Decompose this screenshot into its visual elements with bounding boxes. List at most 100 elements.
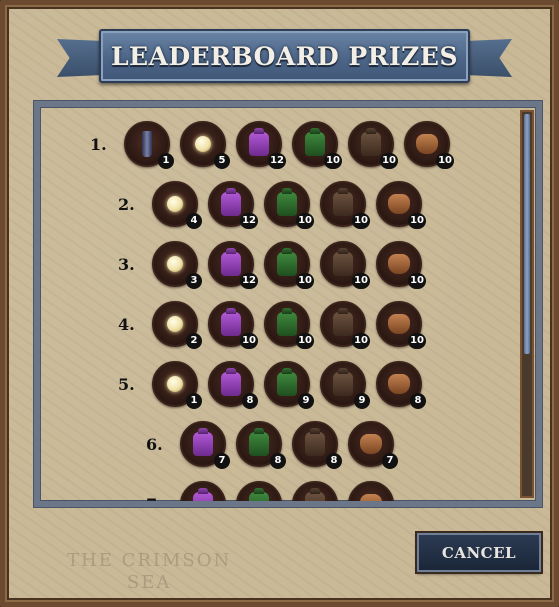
prize-slot[interactable]: 10: [376, 181, 426, 229]
green-bag-icon: [249, 432, 269, 456]
pearl-icon: [167, 196, 183, 212]
cancel-button[interactable]: CANCEL: [417, 533, 541, 572]
dialog-title: LEADERBOARD PRIZES: [110, 41, 459, 71]
banner-plate: LEADERBOARD PRIZES: [99, 29, 470, 83]
scrollbar[interactable]: [520, 110, 534, 498]
prize-slot[interactable]: 9: [320, 361, 370, 409]
purple-bag-icon: [221, 312, 241, 336]
prize-slot[interactable]: 12: [208, 241, 258, 289]
map-text-line-1: THE CRIMSON: [67, 550, 232, 571]
prize-slot[interactable]: 10: [376, 301, 426, 349]
purple-bag-icon: [193, 492, 213, 501]
prize-slot[interactable]: 5: [180, 121, 230, 169]
prize-slot[interactable]: [236, 481, 282, 501]
prize-slot[interactable]: 7: [180, 421, 230, 469]
quantity-badge: 4: [186, 213, 202, 229]
prize-slot[interactable]: 8: [236, 421, 286, 469]
quantity-badge: 10: [380, 153, 398, 169]
quantity-badge: 8: [270, 453, 286, 469]
prize-dialog: THE CRIMSON SEA LEADERBOARD PRIZES 1. 1 5 1…: [0, 0, 559, 607]
potion-vial-icon: [142, 131, 152, 157]
quantity-badge: 10: [296, 213, 314, 229]
prize-row: 2. 4 12 10 10 10: [118, 181, 432, 229]
green-bag-icon: [249, 492, 269, 501]
prize-row: 3. 3 12 10 10 10: [118, 241, 432, 289]
coin-pouch-icon: [360, 494, 382, 501]
prize-slot[interactable]: 10: [264, 241, 314, 289]
prize-row: 1. 1 5 12 10 10 10: [90, 121, 460, 169]
rank-label: 3.: [118, 254, 135, 274]
green-bag-icon: [277, 312, 297, 336]
brown-bag-icon: [305, 492, 325, 501]
coin-pouch-icon: [388, 314, 410, 334]
quantity-badge: 1: [186, 393, 202, 409]
map-text-line-2: SEA: [126, 572, 172, 593]
prize-slot[interactable]: [348, 481, 394, 501]
brown-bag-icon: [333, 192, 353, 216]
prize-slot[interactable]: 4: [152, 181, 202, 229]
prize-slot[interactable]: 10: [320, 241, 370, 289]
quantity-badge: 10: [408, 213, 426, 229]
prize-slot[interactable]: 2: [152, 301, 202, 349]
pearl-icon: [167, 256, 183, 272]
prize-slot[interactable]: 10: [348, 121, 398, 169]
prize-slot[interactable]: [292, 481, 338, 501]
brown-bag-icon: [361, 132, 381, 156]
purple-bag-icon: [249, 132, 269, 156]
prize-slot[interactable]: 8: [292, 421, 342, 469]
prize-slot[interactable]: 10: [376, 241, 426, 289]
quantity-badge: 8: [410, 393, 426, 409]
prize-slot[interactable]: 12: [208, 181, 258, 229]
prize-slot[interactable]: 1: [124, 121, 174, 169]
prize-slot[interactable]: 9: [264, 361, 314, 409]
quantity-badge: 10: [352, 333, 370, 349]
prize-list-panel: 1. 1 5 12 10 10 10 2. 4 12 10 10 10 3. 3 12 10 10 10 4. 2 10 1…: [34, 101, 542, 507]
purple-bag-icon: [221, 192, 241, 216]
brown-bag-icon: [333, 252, 353, 276]
green-bag-icon: [277, 372, 297, 396]
prize-slot[interactable]: 3: [152, 241, 202, 289]
prize-slot[interactable]: 10: [208, 301, 258, 349]
prize-slot[interactable]: 10: [264, 301, 314, 349]
prize-slot[interactable]: 10: [264, 181, 314, 229]
quantity-badge: 8: [242, 393, 258, 409]
quantity-badge: 2: [186, 333, 202, 349]
green-bag-icon: [305, 132, 325, 156]
quantity-badge: 10: [408, 273, 426, 289]
prize-slot[interactable]: 8: [376, 361, 426, 409]
coin-pouch-icon: [388, 194, 410, 214]
prize-rows: 1. 1 5 12 10 10 10 2. 4 12 10 10 10 3. 3 12 10 10 10 4. 2 10 1…: [40, 107, 520, 501]
quantity-badge: 10: [408, 333, 426, 349]
prize-slot[interactable]: 10: [292, 121, 342, 169]
prize-slot[interactable]: 7: [348, 421, 398, 469]
prize-row: 7.: [146, 481, 404, 501]
prize-row: 6. 7 8 8 7: [146, 421, 404, 469]
purple-bag-icon: [221, 372, 241, 396]
quantity-badge: 7: [382, 453, 398, 469]
coin-pouch-icon: [388, 374, 410, 394]
rank-label: 2.: [118, 194, 135, 214]
prize-slot[interactable]: [180, 481, 226, 501]
prize-slot[interactable]: 10: [320, 181, 370, 229]
rank-label: 4.: [118, 314, 135, 334]
coin-pouch-icon: [360, 434, 382, 454]
brown-bag-icon: [305, 432, 325, 456]
quantity-badge: 10: [296, 333, 314, 349]
quantity-badge: 10: [296, 273, 314, 289]
prize-slot[interactable]: 12: [236, 121, 286, 169]
prize-slot[interactable]: 1: [152, 361, 202, 409]
purple-bag-icon: [193, 432, 213, 456]
quantity-badge: 3: [186, 273, 202, 289]
quantity-badge: 12: [268, 153, 286, 169]
scrollbar-thumb[interactable]: [524, 114, 530, 354]
quantity-badge: 10: [240, 333, 258, 349]
pearl-icon: [167, 316, 183, 332]
quantity-badge: 7: [214, 453, 230, 469]
quantity-badge: 12: [240, 213, 258, 229]
prize-slot[interactable]: 8: [208, 361, 258, 409]
purple-bag-icon: [221, 252, 241, 276]
rank-label: 1.: [90, 134, 107, 154]
prize-slot[interactable]: 10: [404, 121, 454, 169]
coin-pouch-icon: [388, 254, 410, 274]
prize-slot[interactable]: 10: [320, 301, 370, 349]
